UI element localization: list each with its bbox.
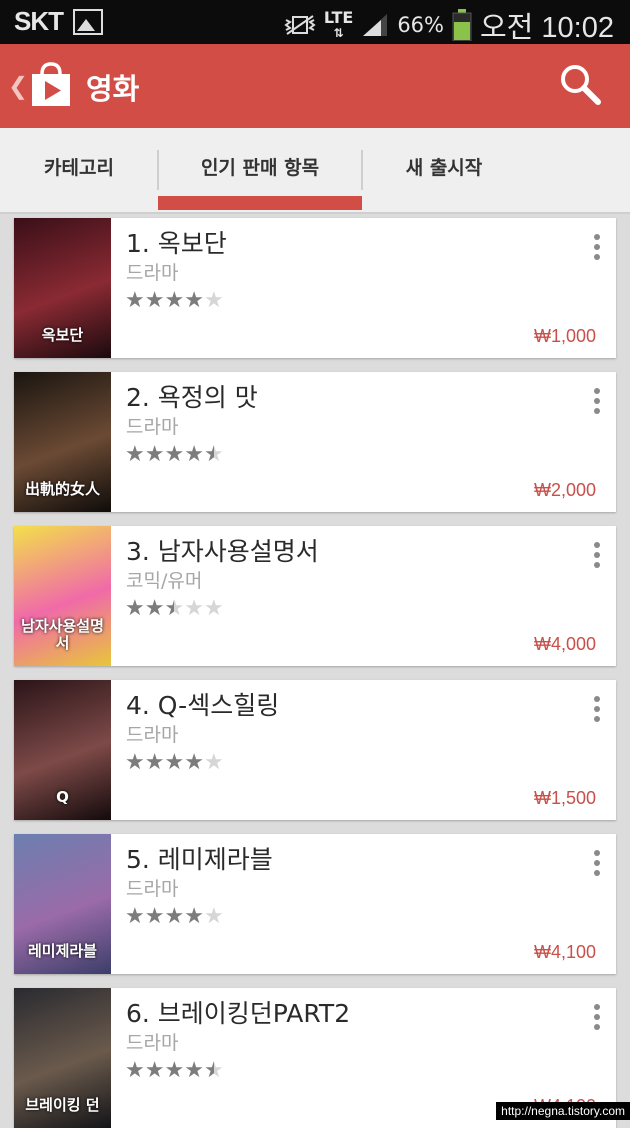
- movie-price[interactable]: ₩2,000: [534, 480, 596, 501]
- star-icon: ★: [203, 442, 224, 467]
- star-icon: ★: [164, 442, 185, 467]
- overflow-menu-icon[interactable]: [594, 234, 600, 264]
- star-icon: ★: [184, 442, 204, 467]
- poster-caption: 브레이킹 던: [25, 1096, 100, 1114]
- movie-card[interactable]: Q 4. Q-섹스힐링 드라마 ★★★★★ ₩1,500: [14, 680, 616, 820]
- movie-card[interactable]: 옥보단 1. 옥보단 드라마 ★★★★★ ₩1,000: [14, 218, 616, 358]
- movie-poster[interactable]: 레미제라블: [14, 834, 111, 974]
- star-icon: ★: [164, 1058, 185, 1083]
- search-icon[interactable]: [558, 62, 602, 106]
- movie-title: 5. 레미제라블: [126, 845, 273, 874]
- play-store-bag-icon[interactable]: [28, 62, 74, 108]
- star-icon: ★: [164, 596, 185, 621]
- star-icon: ★: [144, 1058, 165, 1083]
- star-icon: ★: [184, 288, 204, 313]
- star-icon: ★: [164, 288, 185, 313]
- movie-card[interactable]: 레미제라블 5. 레미제라블 드라마 ★★★★★ ₩4,100: [14, 834, 616, 974]
- movie-price[interactable]: ₩4,100: [534, 942, 596, 963]
- poster-caption: 出軌的女人: [24, 480, 100, 498]
- star-icon: ★: [203, 904, 224, 929]
- movie-price[interactable]: ₩4,000: [534, 634, 596, 655]
- movie-genre: 드라마: [126, 878, 179, 900]
- movie-title: 4. Q-섹스힐링: [126, 691, 280, 720]
- movie-title: 1. 옥보단: [126, 229, 227, 258]
- carrier-label: SKT: [14, 6, 64, 36]
- movie-poster[interactable]: 남자사용설명서: [14, 526, 111, 666]
- movie-poster[interactable]: Q: [14, 680, 111, 820]
- overflow-menu-icon[interactable]: [594, 1004, 600, 1034]
- signal-icon: [363, 14, 388, 36]
- overflow-menu-icon[interactable]: [594, 696, 600, 726]
- tab-categories[interactable]: 카테고리: [0, 128, 158, 212]
- rating-stars: ★★★★★: [125, 904, 224, 929]
- action-bar: ❮ 영화: [0, 44, 630, 128]
- star-icon: ★: [184, 904, 204, 929]
- rating-stars: ★★★★★: [125, 750, 224, 775]
- vibrate-icon: [284, 15, 316, 35]
- movie-card[interactable]: 出軌的女人 2. 욕정의 맛 드라마 ★★★★★ ₩2,000: [14, 372, 616, 512]
- movie-genre: 드라마: [126, 262, 179, 284]
- star-icon: ★: [203, 288, 224, 313]
- status-bar: SKT LTE ⇅ 66% 오전 10:02: [0, 0, 630, 44]
- network-type: LTE ⇅: [323, 7, 354, 40]
- battery-icon: [452, 9, 472, 41]
- rating-stars: ★★★★★: [125, 288, 224, 313]
- movie-poster[interactable]: 옥보단: [14, 218, 111, 358]
- poster-caption: 레미제라블: [27, 942, 97, 960]
- movie-title: 3. 남자사용설명서: [126, 537, 319, 566]
- star-icon: ★: [125, 442, 145, 467]
- star-icon: ★: [164, 904, 185, 929]
- overflow-menu-icon[interactable]: [594, 850, 600, 880]
- rating-stars: ★★★★★: [125, 596, 224, 621]
- movie-genre: 드라마: [126, 1032, 179, 1054]
- star-icon: ★: [144, 288, 165, 313]
- star-icon: ★: [144, 596, 165, 621]
- star-icon: ★: [125, 596, 145, 621]
- movie-poster[interactable]: 出軌的女人: [14, 372, 111, 512]
- star-icon: ★: [184, 596, 204, 621]
- movie-card[interactable]: 남자사용설명서 3. 남자사용설명서 코믹/유머 ★★★★★ ₩4,000: [14, 526, 616, 666]
- star-icon: ★: [144, 750, 165, 775]
- star-icon: ★: [125, 904, 145, 929]
- star-icon: ★: [125, 1058, 145, 1083]
- poster-caption: 남자사용설명서: [21, 617, 104, 652]
- star-icon: ★: [125, 288, 145, 313]
- star-icon: ★: [144, 904, 165, 929]
- movie-title: 2. 욕정의 맛: [126, 383, 258, 412]
- rating-stars: ★★★★★: [125, 442, 224, 467]
- star-icon: ★: [203, 750, 224, 775]
- tab-new-releases[interactable]: 새 출시작: [362, 128, 526, 212]
- page-title: 영화: [86, 72, 140, 106]
- overflow-menu-icon[interactable]: [594, 542, 600, 572]
- star-icon: ★: [164, 750, 185, 775]
- movie-poster[interactable]: 브레이킹 던: [14, 988, 111, 1128]
- watermark: http://negna.tistory.com: [496, 1102, 630, 1120]
- battery-percent: 66%: [397, 13, 444, 37]
- gallery-notification-icon: [73, 8, 103, 35]
- back-chevron-icon[interactable]: ❮: [8, 72, 28, 100]
- poster-caption: 옥보단: [41, 326, 84, 344]
- star-icon: ★: [184, 1058, 204, 1083]
- poster-caption: Q: [56, 788, 69, 806]
- movie-price[interactable]: ₩1,500: [534, 788, 596, 809]
- movie-title: 6. 브레이킹던PART2: [126, 999, 351, 1028]
- movie-genre: 드라마: [126, 416, 179, 438]
- star-icon: ★: [125, 750, 145, 775]
- rating-stars: ★★★★★: [125, 1058, 224, 1083]
- star-icon: ★: [203, 1058, 224, 1083]
- overflow-menu-icon[interactable]: [594, 388, 600, 418]
- movie-price[interactable]: ₩1,000: [534, 326, 596, 347]
- star-icon: ★: [184, 750, 204, 775]
- clock: 오전 10:02: [480, 12, 614, 44]
- star-icon: ★: [203, 596, 224, 621]
- movie-genre: 드라마: [126, 724, 179, 746]
- selected-tab-indicator: [158, 196, 362, 210]
- movie-genre: 코믹/유머: [126, 570, 203, 592]
- star-icon: ★: [144, 442, 165, 467]
